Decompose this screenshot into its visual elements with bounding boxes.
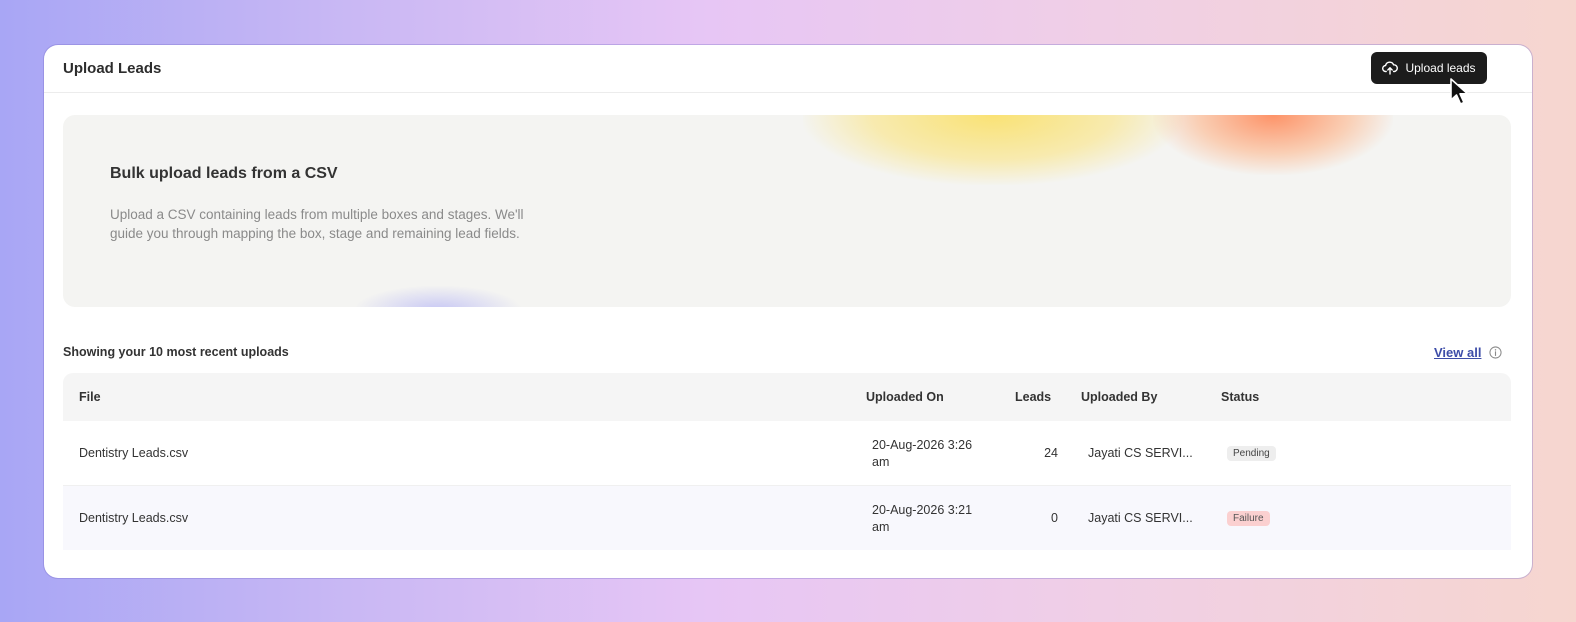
- table-header: File Uploaded On Leads Uploaded By Statu…: [63, 373, 1511, 421]
- page-header: Upload Leads Upload leads: [44, 45, 1532, 105]
- table-row[interactable]: Dentistry Leads.csv 20-Aug-2026 3:26 am …: [63, 421, 1511, 486]
- column-header-file: File: [79, 390, 101, 404]
- table-row[interactable]: Dentistry Leads.csv 20-Aug-2026 3:21 am …: [63, 486, 1511, 550]
- page-title: Upload Leads: [63, 60, 162, 77]
- banner-title: Bulk upload leads from a CSV: [110, 165, 338, 182]
- uploaded-on: 20-Aug-2026 3:21 am: [872, 503, 973, 534]
- table-row[interactable]: [63, 550, 1511, 578]
- column-header-uploaded-on: Uploaded On: [866, 390, 944, 404]
- uploaded-on: 20-Aug-2026 3:26 am: [872, 438, 973, 469]
- status-badge: Pending: [1227, 446, 1276, 461]
- column-header-uploaded-by: Uploaded By: [1081, 390, 1158, 404]
- uploads-table: File Uploaded On Leads Uploaded By Statu…: [63, 373, 1511, 578]
- column-header-status: Status: [1221, 390, 1260, 404]
- decorative-gradient-blob: [1153, 115, 1393, 175]
- decorative-gradient-blob: [353, 285, 523, 307]
- banner-description: Upload a CSV containing leads from multi…: [110, 207, 524, 241]
- file-name: Dentistry Leads.csv: [79, 511, 189, 525]
- upload-leads-button-label: Upload leads: [1405, 61, 1476, 75]
- file-name: Dentistry Leads.csv: [79, 446, 189, 460]
- bulk-upload-banner: Bulk upload leads from a CSV Upload a CS…: [63, 115, 1511, 307]
- info-icon[interactable]: [1489, 346, 1502, 359]
- mouse-cursor-icon: [1450, 78, 1469, 105]
- uploaded-by: Jayati CS SERVI...: [1088, 446, 1193, 460]
- status-cell: Failure: [1227, 510, 1270, 526]
- recent-uploads-label: Showing your 10 most recent uploads: [63, 345, 289, 359]
- status-cell: Pending: [1227, 445, 1276, 461]
- uploaded-by: Jayati CS SERVI...: [1088, 511, 1193, 525]
- cloud-upload-icon: [1382, 61, 1399, 75]
- view-all-link[interactable]: View all: [1434, 345, 1481, 360]
- upload-leads-window: Upload Leads Upload leads Bulk upload le…: [44, 45, 1532, 578]
- decorative-gradient-blob: [803, 115, 1183, 185]
- column-header-leads: Leads: [1015, 390, 1052, 404]
- status-badge: Failure: [1227, 511, 1270, 526]
- leads-count: 0: [1051, 511, 1058, 525]
- leads-count: 24: [1044, 446, 1058, 460]
